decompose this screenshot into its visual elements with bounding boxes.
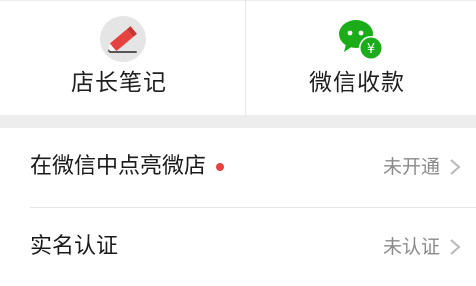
yen-symbol: ¥ — [367, 42, 375, 57]
screen: 店长笔记 ¥ 微信收款 在微信中点亮微店 未开通 实名认证 未认证 — [0, 0, 476, 286]
wechat-pay-icon: ¥ — [339, 20, 383, 60]
list-item-wechat-store[interactable]: 在微信中点亮微店 未开通 — [0, 128, 476, 206]
shortcut-grid: 店长笔记 ¥ 微信收款 — [0, 0, 476, 115]
list-item-title: 实名认证 — [30, 234, 119, 259]
store-notes-label: 店长笔记 — [71, 70, 167, 96]
list-item-real-name[interactable]: 实名认证 未认证 — [0, 208, 476, 286]
chevron-right-icon — [450, 239, 461, 255]
grid-item-store-notes[interactable]: 店长笔记 — [0, 0, 238, 115]
list-item-status: 未认证 — [382, 236, 440, 258]
settings-list: 在微信中点亮微店 未开通 实名认证 未认证 — [0, 128, 476, 286]
list-item-title: 在微信中点亮微店 — [30, 154, 207, 179]
wechat-payment-label: 微信收款 — [309, 70, 405, 96]
pencil-note-icon — [100, 16, 146, 62]
section-separator — [0, 115, 476, 128]
new-badge-dot — [216, 163, 224, 171]
chevron-right-icon — [450, 159, 461, 175]
list-item-status: 未开通 — [382, 156, 440, 178]
grid-item-wechat-payment[interactable]: ¥ 微信收款 — [238, 0, 476, 115]
